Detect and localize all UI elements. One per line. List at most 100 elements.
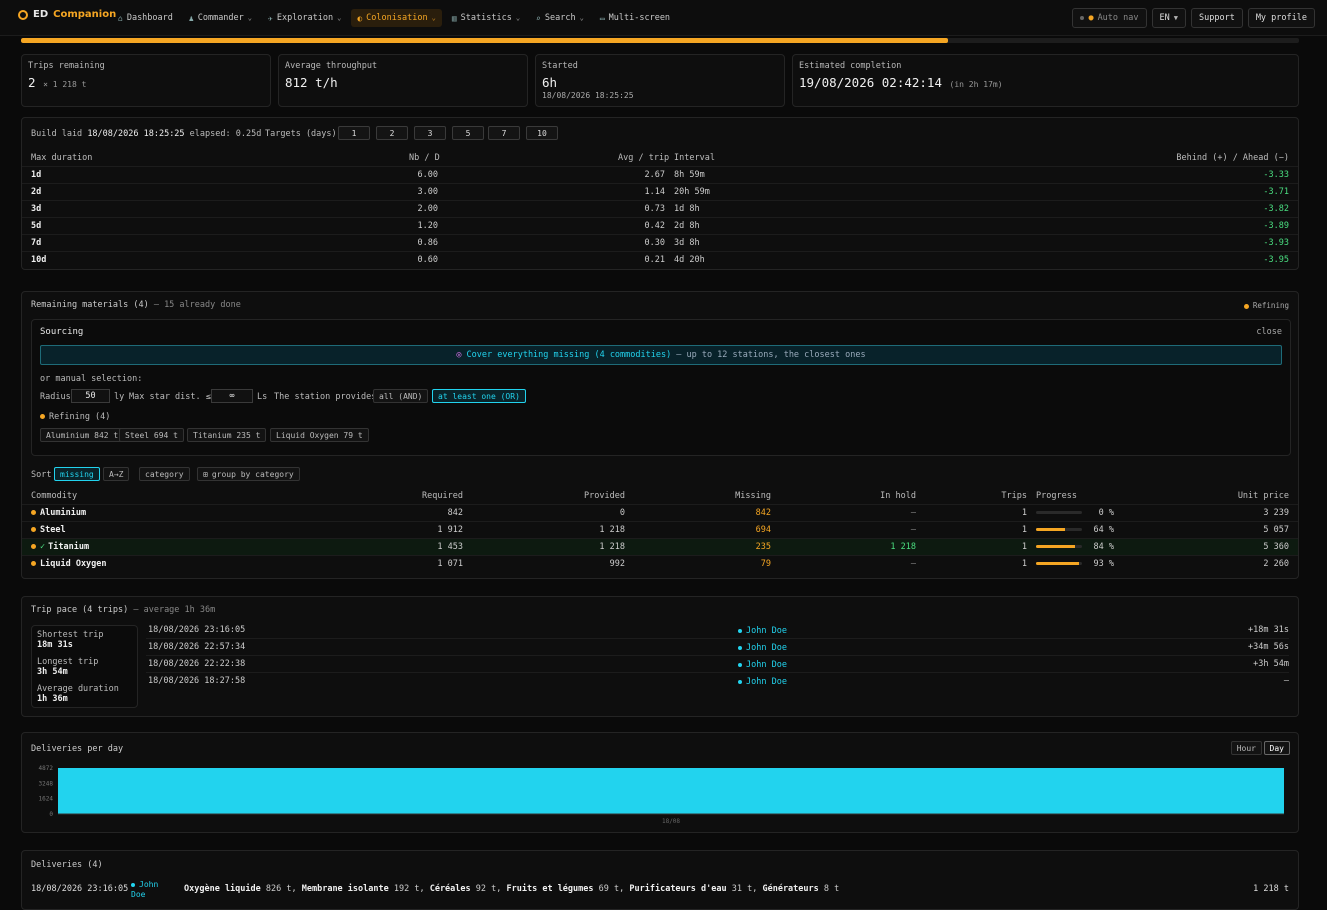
delivery-commander[interactable]: John Doe <box>131 880 171 900</box>
target-interval: 3d 8h <box>674 238 700 248</box>
target-days-button[interactable]: 5 <box>452 126 484 140</box>
sort-option-0[interactable]: missing <box>54 467 100 481</box>
material-price: 2 260 <box>1263 559 1289 569</box>
target-days-button[interactable]: 1 <box>338 126 370 140</box>
stat-value: 6h <box>542 75 558 90</box>
commodity-label: Liquid Oxygen <box>40 559 107 569</box>
material-hold: – <box>910 525 916 535</box>
trip-commander[interactable]: John Doe <box>738 626 787 636</box>
nav-item-dashboard[interactable]: ⌂ Dashboard <box>112 9 179 27</box>
started-card: Started 6h 18/08/2026 18:25:25 <box>535 54 785 107</box>
build-date: 18/08/2026 18:25:25 <box>87 129 185 139</box>
target-behind-ahead: -3.95 <box>1263 255 1289 265</box>
radius-unit: ly <box>114 392 125 402</box>
sort-option-1[interactable]: A→Z <box>103 467 130 481</box>
commodity-label: Steel <box>40 525 66 535</box>
check-icon: ✓ <box>40 542 46 552</box>
col-provided: Provided <box>584 491 625 501</box>
refining-legend: Refining <box>1243 301 1289 310</box>
col-interval: Interval <box>674 153 715 163</box>
materials-card: Remaining materials (4) — 15 already don… <box>21 291 1299 579</box>
delivery-item-qty: 192 t <box>393 884 420 894</box>
target-avg-trip: 0.73 <box>644 204 665 214</box>
target-nb-per-day: 0.60 <box>417 255 438 265</box>
cover-all-label: Cover everything missing (4 commodities) <box>466 350 672 360</box>
overall-progress-bar <box>21 38 1299 43</box>
trip-commander[interactable]: John Doe <box>738 643 787 653</box>
material-provided: 0 <box>619 508 625 518</box>
target-days-button[interactable]: 7 <box>488 126 520 140</box>
target-interval: 8h 59m <box>674 170 705 180</box>
nav-item-multi-screen[interactable]: ▭ Multi-screen <box>594 9 676 27</box>
refining-group-label: Refining (4) <box>40 412 110 422</box>
radius-input[interactable]: 50 <box>71 389 110 403</box>
delivery-bar[interactable] <box>58 768 1284 814</box>
provides-and-option[interactable]: all (AND) <box>373 389 429 403</box>
trip-delta: +34m 56s <box>1248 642 1289 652</box>
app-logo[interactable]: ED Companion <box>18 9 116 20</box>
progress-label: 0 % <box>1098 508 1114 518</box>
delivery-commander-name: John Doe <box>131 880 159 899</box>
col-in-hold: In hold <box>880 491 916 501</box>
profile-button[interactable]: My profile <box>1247 8 1315 28</box>
refining-chip[interactable]: Steel 694 t <box>119 428 184 442</box>
refining-chip[interactable]: Titanium 235 t <box>187 428 267 442</box>
materials-title-text: Remaining materials (4) <box>31 300 149 310</box>
row-divider <box>22 251 1298 252</box>
target-max-duration: 1d <box>31 170 42 180</box>
target-days-button[interactable]: 10 <box>526 126 558 140</box>
material-required: 1 453 <box>437 542 463 552</box>
pace-title-text: Trip pace (4 trips) <box>31 605 129 615</box>
delivery-item-qty: 31 t <box>731 884 753 894</box>
target-interval: 4d 20h <box>674 255 705 265</box>
summary-label: Longest trip <box>37 657 99 667</box>
commodity-name: Steel <box>31 525 66 535</box>
nav-item-exploration[interactable]: ✈ Exploration ⌄ <box>262 9 347 27</box>
trip-date: 18/08/2026 22:57:34 <box>148 642 246 652</box>
nav-item-colonisation[interactable]: ◐ Colonisation ⌄ <box>351 9 442 27</box>
refining-chip[interactable]: Aluminium 842 t <box>40 428 125 442</box>
nav-item-commander[interactable]: ♟ Commander ⌄ <box>183 9 258 27</box>
trip-commander-name: John Doe <box>746 677 787 687</box>
refining-chip[interactable]: Liquid Oxygen 79 t <box>270 428 369 442</box>
trip-commander[interactable]: John Doe <box>738 660 787 670</box>
progress-bar <box>1036 528 1082 531</box>
group-by-category-toggle[interactable]: ⊞ group by category <box>197 467 300 481</box>
refining-dot-icon <box>31 510 36 515</box>
cover-all-button[interactable]: ◎ Cover everything missing (4 commoditie… <box>40 345 1282 365</box>
brand-prefix: ED <box>33 9 49 20</box>
target-nb-per-day: 6.00 <box>417 170 438 180</box>
material-hold: 1 218 <box>890 542 916 552</box>
targets-card: Build laid 18/08/2026 18:25:25 elapsed: … <box>21 117 1299 270</box>
target-avg-trip: 2.67 <box>644 170 665 180</box>
nav-label: Dashboard <box>126 13 173 23</box>
row-divider <box>22 183 1298 184</box>
nav-item-statistics[interactable]: ▥ Statistics ⌄ <box>446 9 526 27</box>
target-days-button[interactable]: 3 <box>414 126 446 140</box>
trip-commander-name: John Doe <box>746 660 787 670</box>
material-trips: 1 <box>1021 508 1027 518</box>
target-days-button[interactable]: 2 <box>376 126 408 140</box>
delivery-item-qty: 826 t <box>265 884 292 894</box>
manual-selection-label: or manual selection: <box>40 374 143 384</box>
refining-dot-icon <box>31 527 36 532</box>
legend-label: Refining <box>1252 301 1289 310</box>
nav-label: Commander <box>197 13 244 23</box>
nav-item-search[interactable]: ⌕ Search ⌄ <box>530 9 590 27</box>
commodity-label: Aluminium <box>40 508 87 518</box>
max-dist-input[interactable]: ∞ <box>211 389 253 403</box>
target-nb-per-day: 1.20 <box>417 221 438 231</box>
trip-commander[interactable]: John Doe <box>738 677 787 687</box>
sourcing-close-button[interactable]: close <box>1256 327 1282 337</box>
sourcing-title: Sourcing <box>40 327 84 337</box>
throughput-card: Average throughput 812 t/h <box>278 54 528 107</box>
provides-or-option[interactable]: at least one (OR) <box>432 389 526 403</box>
sort-option-2[interactable]: category <box>139 467 190 481</box>
main-nav: ⌂ Dashboard ♟ Commander ⌄ ✈ Exploration ⌄ ◐ Colon… <box>112 9 676 27</box>
language-select[interactable]: EN ▼ <box>1151 8 1186 28</box>
support-button[interactable]: Support <box>1190 8 1243 28</box>
delivery-date: 18/08/2026 23:16:05 <box>31 884 129 894</box>
auto-nav-toggle[interactable]: ● Auto nav <box>1072 8 1147 28</box>
target-max-duration: 3d <box>31 204 42 214</box>
commander-dot-icon <box>738 662 742 667</box>
